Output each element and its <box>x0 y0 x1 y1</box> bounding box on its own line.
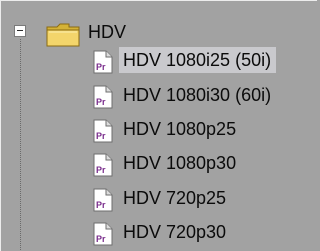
premiere-preset-icon: Pr <box>93 153 113 177</box>
folder-icon <box>46 23 80 47</box>
icon-text: Pr <box>96 62 106 72</box>
icon-text: Pr <box>96 234 106 244</box>
icon-text: Pr <box>96 165 106 175</box>
preset-label: HDV 1080p25 <box>123 119 237 139</box>
preset-label: HDV 1080i25 (50i) <box>119 47 277 73</box>
icon-text: Pr <box>96 200 106 210</box>
premiere-preset-icon: Pr <box>93 85 113 109</box>
premiere-preset-icon: Pr <box>93 222 113 246</box>
icon-text: Pr <box>96 97 106 107</box>
premiere-preset-icon: Pr <box>93 119 113 143</box>
folder-label: HDV <box>88 22 127 42</box>
preset-label: HDV 720p30 <box>123 222 227 242</box>
tree-connector-line <box>20 39 21 251</box>
collapse-toggle-icon[interactable] <box>14 25 26 37</box>
preset-label: HDV 1080i30 (60i) <box>123 85 272 105</box>
icon-text: Pr <box>96 131 106 141</box>
preset-tree-panel: HDV Pr HDV 1080i25 (50i) Pr HDV 1080i30 (60… <box>0 0 317 251</box>
preset-label: HDV 720p25 <box>123 188 227 208</box>
premiere-preset-icon: Pr <box>93 50 113 74</box>
premiere-preset-icon: Pr <box>93 188 113 212</box>
preset-label: HDV 1080p30 <box>123 153 237 173</box>
